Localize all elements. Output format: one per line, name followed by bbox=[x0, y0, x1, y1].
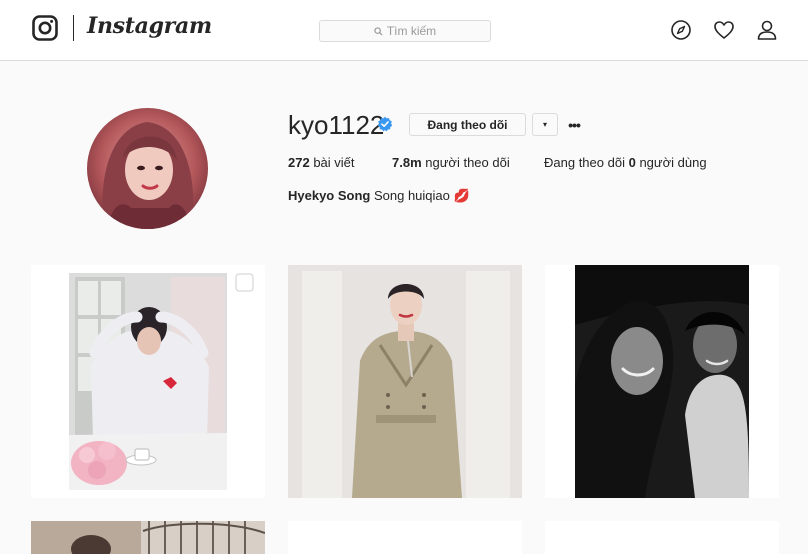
profile-full-name: Hyekyo Song bbox=[288, 188, 371, 203]
following-suffix: người dùng bbox=[639, 155, 707, 170]
posts-count: 272 bbox=[288, 155, 310, 170]
post-thumbnail[interactable] bbox=[31, 265, 265, 498]
profile-avatar[interactable] bbox=[87, 108, 208, 229]
following-button[interactable]: Đang theo dõi bbox=[409, 113, 526, 136]
followers-count: 7.8m bbox=[392, 155, 422, 170]
search-input[interactable]: Tìm kiếm bbox=[319, 20, 491, 42]
following-count: 0 bbox=[628, 155, 636, 170]
following-stat[interactable]: Đang theo dõi 0 người dùng bbox=[544, 155, 707, 170]
followers-label: người theo dõi bbox=[425, 155, 510, 170]
following-prefix: Đang theo dõi bbox=[544, 155, 625, 170]
post-thumbnail[interactable] bbox=[545, 265, 779, 498]
logo-divider bbox=[73, 15, 74, 41]
suggestions-dropdown-button[interactable]: ▾ bbox=[532, 113, 558, 136]
post-thumbnail[interactable] bbox=[545, 521, 779, 554]
user-icon[interactable] bbox=[756, 19, 778, 41]
more-options-button[interactable]: ••• bbox=[566, 113, 582, 136]
kiss-emoji: 💋 bbox=[453, 188, 470, 203]
heart-icon[interactable] bbox=[713, 19, 735, 41]
verified-badge-icon bbox=[377, 116, 393, 132]
post-thumbnail[interactable] bbox=[31, 521, 265, 554]
instagram-wordmark[interactable]: Instagram bbox=[87, 13, 212, 39]
followers-stat[interactable]: 7.8m người theo dõi bbox=[392, 155, 510, 170]
compass-icon[interactable] bbox=[670, 19, 692, 41]
post-thumbnail[interactable] bbox=[288, 265, 522, 498]
top-navbar: Instagram Tìm kiếm bbox=[0, 0, 808, 61]
post-thumbnail[interactable] bbox=[288, 521, 522, 554]
posts-stat: 272 bài viết bbox=[288, 155, 355, 170]
search-placeholder: Tìm kiếm bbox=[386, 24, 437, 38]
posts-label: bài viết bbox=[313, 155, 355, 170]
profile-username: kyo1122 bbox=[288, 110, 385, 140]
instagram-logo-icon[interactable] bbox=[32, 15, 58, 41]
profile-bio: Hyekyo Song Song huiqiao 💋 bbox=[288, 188, 470, 204]
search-icon bbox=[374, 26, 383, 36]
bio-text: Song huiqiao bbox=[373, 188, 450, 203]
